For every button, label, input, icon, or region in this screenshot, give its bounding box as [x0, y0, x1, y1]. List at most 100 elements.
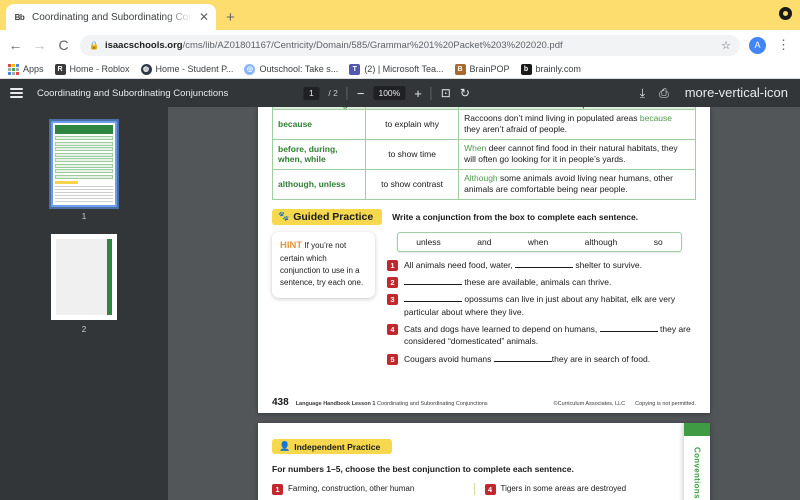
question-item: 1 Farming, construction, other human [272, 483, 464, 495]
question-item: 4 Tigers in some areas are destroyed [484, 483, 677, 495]
question-number: 3 [387, 294, 398, 306]
example-post: they aren’t afraid of people. [464, 124, 568, 135]
url-path: /cms/lib/AZ01801167/Centricity/Domain/58… [182, 39, 563, 51]
bookmark-brainly[interactable]: b brainly.com [520, 63, 581, 75]
question-number: 4 [484, 484, 496, 495]
answer-blank[interactable] [404, 301, 462, 303]
new-tab-button[interactable]: + [226, 10, 235, 25]
pdf-page-1: Subordinating When to Use Example becaus… [258, 107, 710, 413]
page-number: 438 [272, 397, 289, 408]
conjunction-term: although, unless [272, 168, 367, 200]
more-vertical-icon[interactable]: more-vertical-icon [683, 86, 790, 99]
question-text: Farming, construction, other human [288, 484, 415, 493]
thumbnail-preview [55, 125, 113, 203]
address-bar[interactable]: 🔒 isaacschools.org/cms/lib/AZ01801167/Ce… [80, 34, 740, 56]
bookmarks-bar: Apps R Home - Roblox ◍ Home - Student P.… [0, 60, 800, 79]
independent-practice-badge: 👤 Independent Practice [272, 439, 393, 454]
bookmark-label: Apps [23, 64, 44, 74]
rotate-icon[interactable]: ↻ [460, 87, 470, 99]
back-button[interactable]: ← [8, 38, 23, 52]
page-content: Subordinating When to Use Example becaus… [258, 107, 710, 370]
word-bank-item: so [653, 236, 663, 247]
footer-right: ©Curriculum Associates, LLC Copying is n… [554, 401, 696, 407]
pdf-document-scroll-area[interactable]: Subordinating When to Use Example becaus… [168, 107, 800, 500]
answer-blank[interactable] [404, 284, 462, 286]
question-number: 5 [387, 353, 398, 365]
bookmark-brainpop[interactable]: B BrainPOP [454, 63, 510, 75]
print-icon[interactable]: ⎙ [659, 87, 669, 99]
browser-menu-icon[interactable]: ⋮ [775, 38, 792, 51]
hamburger-icon[interactable] [10, 88, 23, 98]
window-close-icon[interactable] [779, 7, 792, 20]
conjunction-term: before, during, when, while [272, 138, 367, 170]
brainpop-icon: B [454, 63, 466, 75]
conjunction-term: because [272, 109, 367, 140]
browser-toolbar: ← → C 🔒 isaacschools.org/cms/lib/AZ01801… [0, 30, 800, 60]
question-item: 1 All animals need food, water, shelter … [387, 259, 696, 271]
question-post: opossums can live in just about any habi… [404, 294, 676, 317]
answer-blank[interactable] [515, 266, 574, 268]
url-host: isaacschools.org [104, 39, 183, 51]
thumbnail-label: 2 [81, 325, 87, 334]
browser-tab[interactable]: Bb Coordinating and Subordinating Conjun… [6, 4, 216, 30]
guided-practice-label: Guided Practice [293, 210, 374, 223]
question-number: 1 [387, 259, 398, 271]
divider [346, 86, 348, 100]
bookmark-label: BrainPOP [469, 64, 510, 74]
question-item: 3 opossums can live in just about any ha… [387, 293, 696, 318]
conventions-side-tab[interactable]: Conventions [684, 423, 710, 500]
page-number-input[interactable]: 1 [303, 86, 320, 100]
forward-button[interactable]: → [32, 38, 47, 52]
conjunction-use: to explain why [365, 109, 460, 140]
zoom-level-value: 100% [373, 86, 406, 100]
footer-lesson: Language Handbook Lesson 1 Coordinating … [296, 401, 488, 407]
question-text: opossums can live in just about any habi… [404, 293, 696, 318]
zoom-in-button[interactable]: + [414, 87, 422, 100]
reload-button[interactable]: C [56, 38, 71, 52]
side-tab-label: Conventions [692, 447, 702, 499]
thumbnail-label: 1 [81, 212, 87, 221]
outschool-icon: ◎ [244, 63, 256, 75]
thumbnail-page-2[interactable] [51, 234, 117, 320]
roblox-icon: R [54, 63, 66, 75]
question-text: Tigers in some areas are destroyed [500, 484, 627, 493]
profile-avatar[interactable]: A [749, 36, 766, 54]
bookmark-apps[interactable]: Apps [8, 63, 44, 75]
question-post: these are available, animals can thrive. [462, 277, 612, 288]
conjunction-use: to show contrast [365, 168, 460, 200]
page2-content: 👤 Independent Practice For numbers 1–5, … [258, 423, 710, 495]
download-icon[interactable]: ⤓ [640, 87, 645, 99]
pdf-toolbar: Coordinating and Subordinating Conjuncti… [0, 79, 800, 107]
lock-icon: 🔒 [89, 40, 99, 50]
close-tab-icon[interactable]: ✕ [199, 11, 209, 23]
answer-blank[interactable] [599, 331, 658, 333]
conjunction-example: Although some animals avoid living near … [458, 168, 696, 200]
browser-tab-title: Coordinating and Subordinating Conjuncti… [32, 11, 193, 23]
question-text: Cougars avoid humans they are in search … [404, 353, 650, 365]
hint-box: HINT If you’re not certain which conjunc… [272, 231, 375, 298]
subordinating-conjunctions-table: Subordinating When to Use Example becaus… [272, 107, 696, 200]
zoom-out-button[interactable]: − [357, 87, 365, 100]
word-bank-item: when [527, 236, 549, 247]
bookmark-label: Home - Roblox [69, 64, 130, 74]
table-row: because to explain why Raccoons don’t mi… [272, 109, 696, 140]
pdf-page-zoom-controls: 1 / 2 − 100% + ⊡ ↻ [303, 86, 470, 100]
side-tab-top-marker [684, 423, 710, 436]
bookmark-roblox[interactable]: R Home - Roblox [54, 63, 130, 75]
example-pre: Raccoons don’t mind living in populated … [464, 113, 640, 123]
bookmark-outschool[interactable]: ◎ Outschool: Take s... [244, 63, 338, 75]
answer-blank[interactable] [493, 360, 552, 362]
footer-lesson-title: Coordinating and Subordinating Conjuncti… [375, 401, 488, 407]
bookmark-star-icon[interactable]: ☆ [721, 39, 731, 52]
bookmark-student-portal[interactable]: ◍ Home - Student P... [140, 63, 233, 75]
bookmark-microsoft-teams[interactable]: T (2) | Microsoft Tea... [349, 63, 444, 75]
table-body: because to explain why Raccoons don’t mi… [272, 109, 696, 200]
fit-page-icon[interactable]: ⊡ [441, 87, 451, 99]
page-total-label: / 2 [328, 88, 338, 98]
bookmark-label: (2) | Microsoft Tea... [364, 64, 444, 74]
guided-practice-badge: 🐾 Guided Practice [272, 208, 383, 225]
person-icon: 👤 [279, 441, 291, 451]
thumbnail-page-1[interactable] [51, 121, 117, 207]
example-highlight: When [464, 142, 487, 153]
word-bank: unless and when although so [397, 231, 682, 252]
